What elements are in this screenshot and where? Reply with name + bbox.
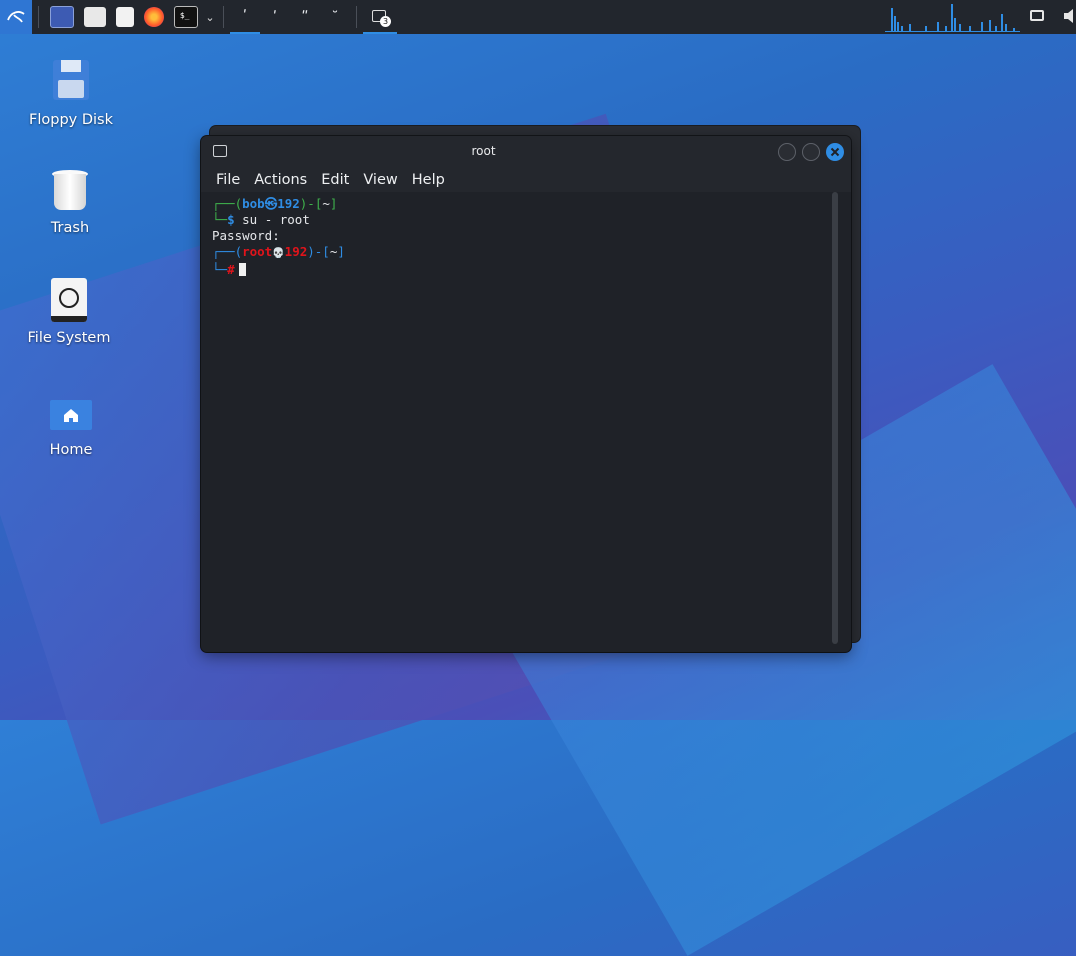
root-input-line: └─#	[212, 262, 822, 278]
title-bar[interactable]: root	[201, 136, 851, 168]
desktop-icon-label: Floppy Disk	[29, 112, 113, 128]
kali-menu-icon[interactable]	[0, 0, 32, 34]
menu-help[interactable]: Help	[405, 172, 452, 188]
close-icon	[830, 147, 840, 157]
cpu-graph	[885, 4, 1020, 32]
desktop-icon-floppy-disk[interactable]: Floppy Disk	[16, 58, 126, 128]
text-editor-icon[interactable]	[116, 7, 134, 27]
chevron-down-icon[interactable]: ⌄	[203, 0, 217, 34]
menu-actions[interactable]: Actions	[247, 172, 314, 188]
prompt-host: 192	[277, 196, 300, 211]
menu-view[interactable]: View	[356, 172, 404, 188]
taskbar-separator	[38, 6, 39, 28]
menu-file[interactable]: File	[201, 172, 247, 188]
prompt-dir: ~	[322, 196, 330, 211]
show-desktop-icon[interactable]	[50, 6, 74, 28]
home-folder-icon	[50, 400, 92, 430]
desktop-icon-label: Trash	[50, 220, 90, 236]
window-title: root	[471, 144, 496, 158]
prompt-line-root: ┌──(root💀192)-[~]	[212, 244, 345, 259]
terminal-launcher-icon[interactable]: $_	[174, 6, 198, 28]
volume-icon[interactable]	[1064, 9, 1076, 23]
hard-drive-icon	[51, 278, 87, 322]
command-line: └─$ su - root	[212, 212, 310, 227]
scrollbar[interactable]	[832, 192, 838, 644]
file-manager-icon[interactable]	[84, 7, 106, 27]
desktop-icon-trash[interactable]: Trash	[15, 166, 125, 236]
close-button[interactable]	[826, 143, 844, 161]
workspace-1[interactable]: ʹ	[230, 0, 260, 34]
desktop-icon-home[interactable]: Home	[16, 398, 126, 458]
taskbar-separator	[356, 6, 357, 28]
trash-icon	[52, 166, 88, 212]
workspace-4[interactable]: ˘	[320, 0, 350, 34]
text-cursor	[238, 263, 246, 276]
prompt-user: bob	[242, 196, 265, 211]
workspace-2[interactable]: ʹ	[260, 0, 290, 34]
desktop-icon-label: File System	[27, 330, 111, 346]
prompt-line-bob: ┌──(bob㉿192)-[~]	[212, 196, 338, 211]
network-icon[interactable]	[1030, 10, 1044, 21]
command-text: su - root	[242, 212, 310, 227]
terminal-task-button[interactable]: 3	[363, 0, 397, 34]
terminal-window[interactable]: root File Actions Edit View Help ┌──(bob…	[201, 136, 851, 652]
workspace-3[interactable]: ʺ	[290, 0, 320, 34]
menu-edit[interactable]: Edit	[314, 172, 356, 188]
window-count-badge: 3	[380, 16, 391, 27]
firefox-icon[interactable]	[144, 7, 164, 27]
desktop-icon-label: Home	[49, 442, 93, 458]
taskbar-separator	[223, 6, 224, 28]
menu-bar: File Actions Edit View Help	[201, 168, 851, 192]
floppy-disk-icon	[51, 58, 91, 104]
maximize-button[interactable]	[802, 143, 820, 161]
desktop-icon-file-system[interactable]: File System	[14, 278, 124, 346]
prompt-user: root	[242, 244, 273, 259]
taskbar: $_ ⌄ ʹ ʹ ʺ ˘ 3	[0, 0, 1076, 34]
prompt-host: 192	[284, 244, 308, 259]
terminal-output[interactable]: ┌──(bob㉿192)-[~] └─$ su - root Password: ┌─…	[212, 196, 822, 636]
minimize-button[interactable]	[778, 143, 796, 161]
password-line: Password:	[212, 228, 280, 243]
